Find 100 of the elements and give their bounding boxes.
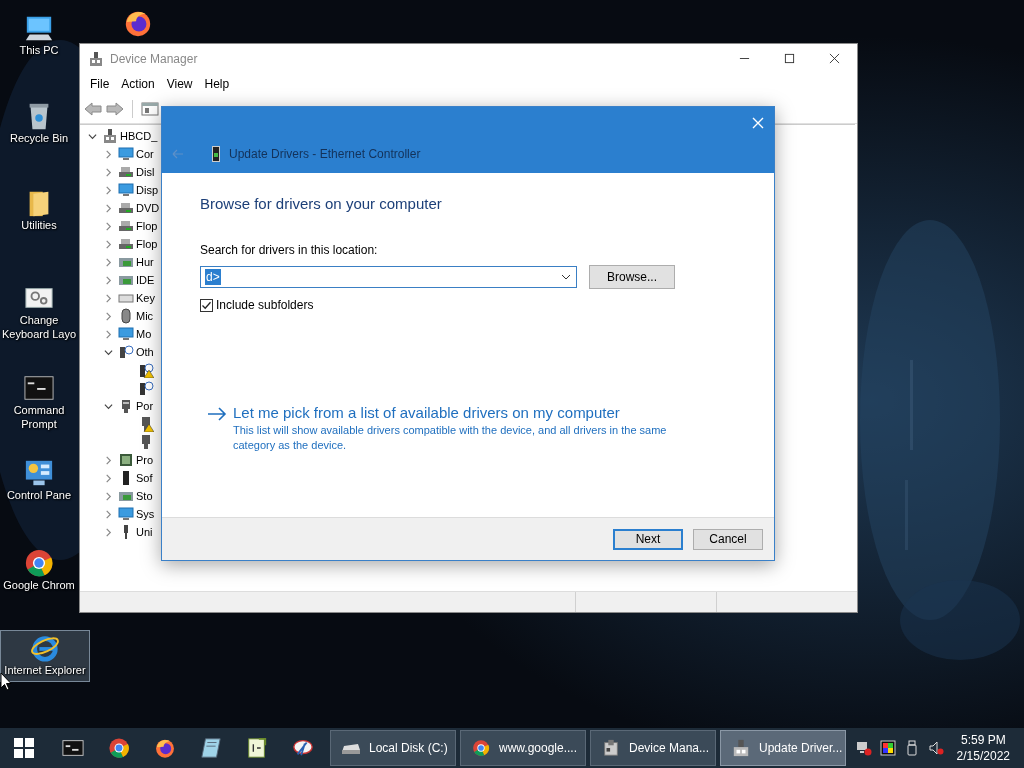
monitor-icon [118, 146, 134, 162]
checkbox[interactable] [200, 298, 213, 312]
close-icon[interactable] [829, 53, 840, 64]
mouse-cursor-icon [0, 672, 12, 691]
tree-item[interactable]: Key [136, 292, 155, 304]
warning-device-icon[interactable] [138, 362, 154, 378]
next-button[interactable]: Next [613, 528, 683, 550]
tree-item[interactable]: Mo [136, 328, 152, 340]
tree-item[interactable]: Pro [136, 454, 154, 466]
desktop-icon[interactable]: Utilities [0, 185, 78, 235]
icon-label: Control Pane [5, 488, 73, 502]
menu-item[interactable]: View [160, 75, 199, 93]
desktop-icon[interactable]: This PC [0, 10, 78, 60]
tree-item[interactable]: IDE [136, 274, 155, 286]
desktop-icon[interactable]: Command Prompt [0, 370, 78, 432]
tree-item[interactable]: Hur [136, 256, 154, 268]
chrome-icon [471, 739, 491, 757]
tree-item[interactable]: Oth [136, 346, 154, 358]
checkbox-label[interactable]: Include subfolders [216, 298, 314, 312]
dialog-title: Update Drivers - Ethernet Controller [229, 147, 421, 161]
tree-item[interactable]: Cor [136, 148, 154, 160]
tree-item[interactable]: Sof [136, 472, 153, 484]
icon-label: Recycle Bin [8, 131, 70, 145]
monitor-icon [118, 506, 134, 522]
field-label: Search for drivers in this location: [200, 243, 379, 257]
clock[interactable]: 5:59 PM 2/15/2022 [956, 732, 1010, 764]
mouse-icon [118, 308, 134, 324]
link-description: This list will show available drivers compatible with the device, and all drivers in the same category as the device. [233, 423, 668, 453]
taskbar-button[interactable]: www.google.... [460, 730, 586, 766]
pick-driver-link[interactable]: Let me pick from a list of available drivers on my computer [233, 404, 683, 421]
menu-item[interactable]: File [84, 75, 116, 93]
device-manager-icon [731, 739, 751, 757]
tree-item[interactable]: Mic [136, 310, 154, 322]
drive-icon [118, 164, 134, 180]
desktop-icon[interactable]: Recycle Bin [0, 98, 78, 148]
tree-item[interactable]: HBCD_ [120, 130, 158, 142]
forward-arrow-icon[interactable] [106, 101, 124, 117]
usb-drive-icon[interactable] [904, 740, 920, 756]
maximize-icon[interactable] [784, 53, 795, 64]
command-prompt-icon [24, 373, 54, 403]
device-manager-icon [88, 50, 104, 67]
document-edit-icon[interactable] [246, 737, 268, 759]
taskbar-button[interactable]: Local Disk (C:) [330, 730, 456, 766]
tree-item[interactable]: Disl [136, 166, 155, 178]
icon-label: Google Chrom [2, 578, 76, 592]
windows-start-icon[interactable] [14, 738, 34, 758]
icon-label: Command Prompt [12, 403, 66, 431]
speaker-muted-icon[interactable] [928, 740, 944, 756]
desktop-icon[interactable]: Change Keyboard Layo [0, 280, 78, 342]
desktop-icon[interactable]: Control Pane [0, 455, 78, 505]
arrow-right-icon[interactable] [207, 407, 227, 421]
tree-item[interactable]: Sys [136, 508, 155, 520]
tree-item[interactable]: Flop [136, 238, 158, 250]
internet-explorer-icon [30, 633, 60, 663]
network-adapter-icon [212, 146, 220, 162]
drive-icon [118, 200, 134, 216]
desktop-icon[interactable]: Internet Explorer [0, 630, 90, 682]
menu-item[interactable]: Action [115, 75, 161, 93]
clock-time: 5:59 PM [960, 732, 1006, 748]
firefox-icon[interactable] [154, 737, 176, 759]
desktop-icon[interactable]: Google Chrom [0, 545, 78, 595]
taskbar-button[interactable]: Update Driver... [720, 730, 846, 766]
tree-item[interactable]: Por [136, 400, 154, 412]
control-panel-icon [24, 458, 54, 488]
computer-icon [102, 128, 118, 144]
device-icon[interactable] [138, 380, 154, 396]
menu-item[interactable]: Help [198, 75, 236, 93]
tree-item[interactable]: DVD [136, 202, 160, 214]
location-combo-box[interactable]: d> [200, 266, 577, 288]
icon-label: Change Keyboard Layo [1, 313, 77, 341]
device-manager-icon [601, 739, 621, 757]
cancel-button[interactable]: Cancel [693, 528, 763, 550]
clock-date: 2/15/2022 [956, 748, 1010, 764]
browse-button[interactable]: Browse... [589, 265, 675, 289]
taskbar-button[interactable]: Device Mana... [590, 730, 716, 766]
tree-item[interactable]: Disp [136, 184, 158, 196]
chip-icon [118, 452, 134, 468]
icon-label: This PC [18, 43, 60, 57]
icon-label: Internet Explorer [3, 663, 87, 677]
notepad-icon[interactable] [200, 737, 222, 759]
tree-item[interactable]: Uni [136, 526, 153, 538]
command-prompt-icon[interactable] [62, 737, 84, 759]
monitor-icon [118, 182, 134, 198]
network-error-icon[interactable] [856, 740, 872, 756]
properties-icon[interactable] [141, 101, 159, 117]
chrome-icon [24, 548, 54, 578]
drive-icon [118, 218, 134, 234]
icon-label: Utilities [20, 218, 58, 232]
dropdown-caret-icon[interactable] [561, 274, 571, 280]
chrome-icon[interactable] [108, 737, 130, 759]
chevron-icon[interactable] [88, 131, 97, 141]
chevron-icon[interactable] [104, 347, 113, 357]
back-arrow-icon[interactable] [84, 101, 102, 117]
drive-icon [118, 236, 134, 252]
tree-item[interactable]: Sto [136, 490, 153, 502]
tree-item[interactable]: Flop [136, 220, 158, 232]
color-palette-icon[interactable] [880, 740, 896, 756]
dialog-heading: Browse for drivers on your computer [200, 195, 443, 212]
window-title: Device Manager [110, 51, 198, 66]
chevron-icon[interactable] [104, 401, 113, 411]
